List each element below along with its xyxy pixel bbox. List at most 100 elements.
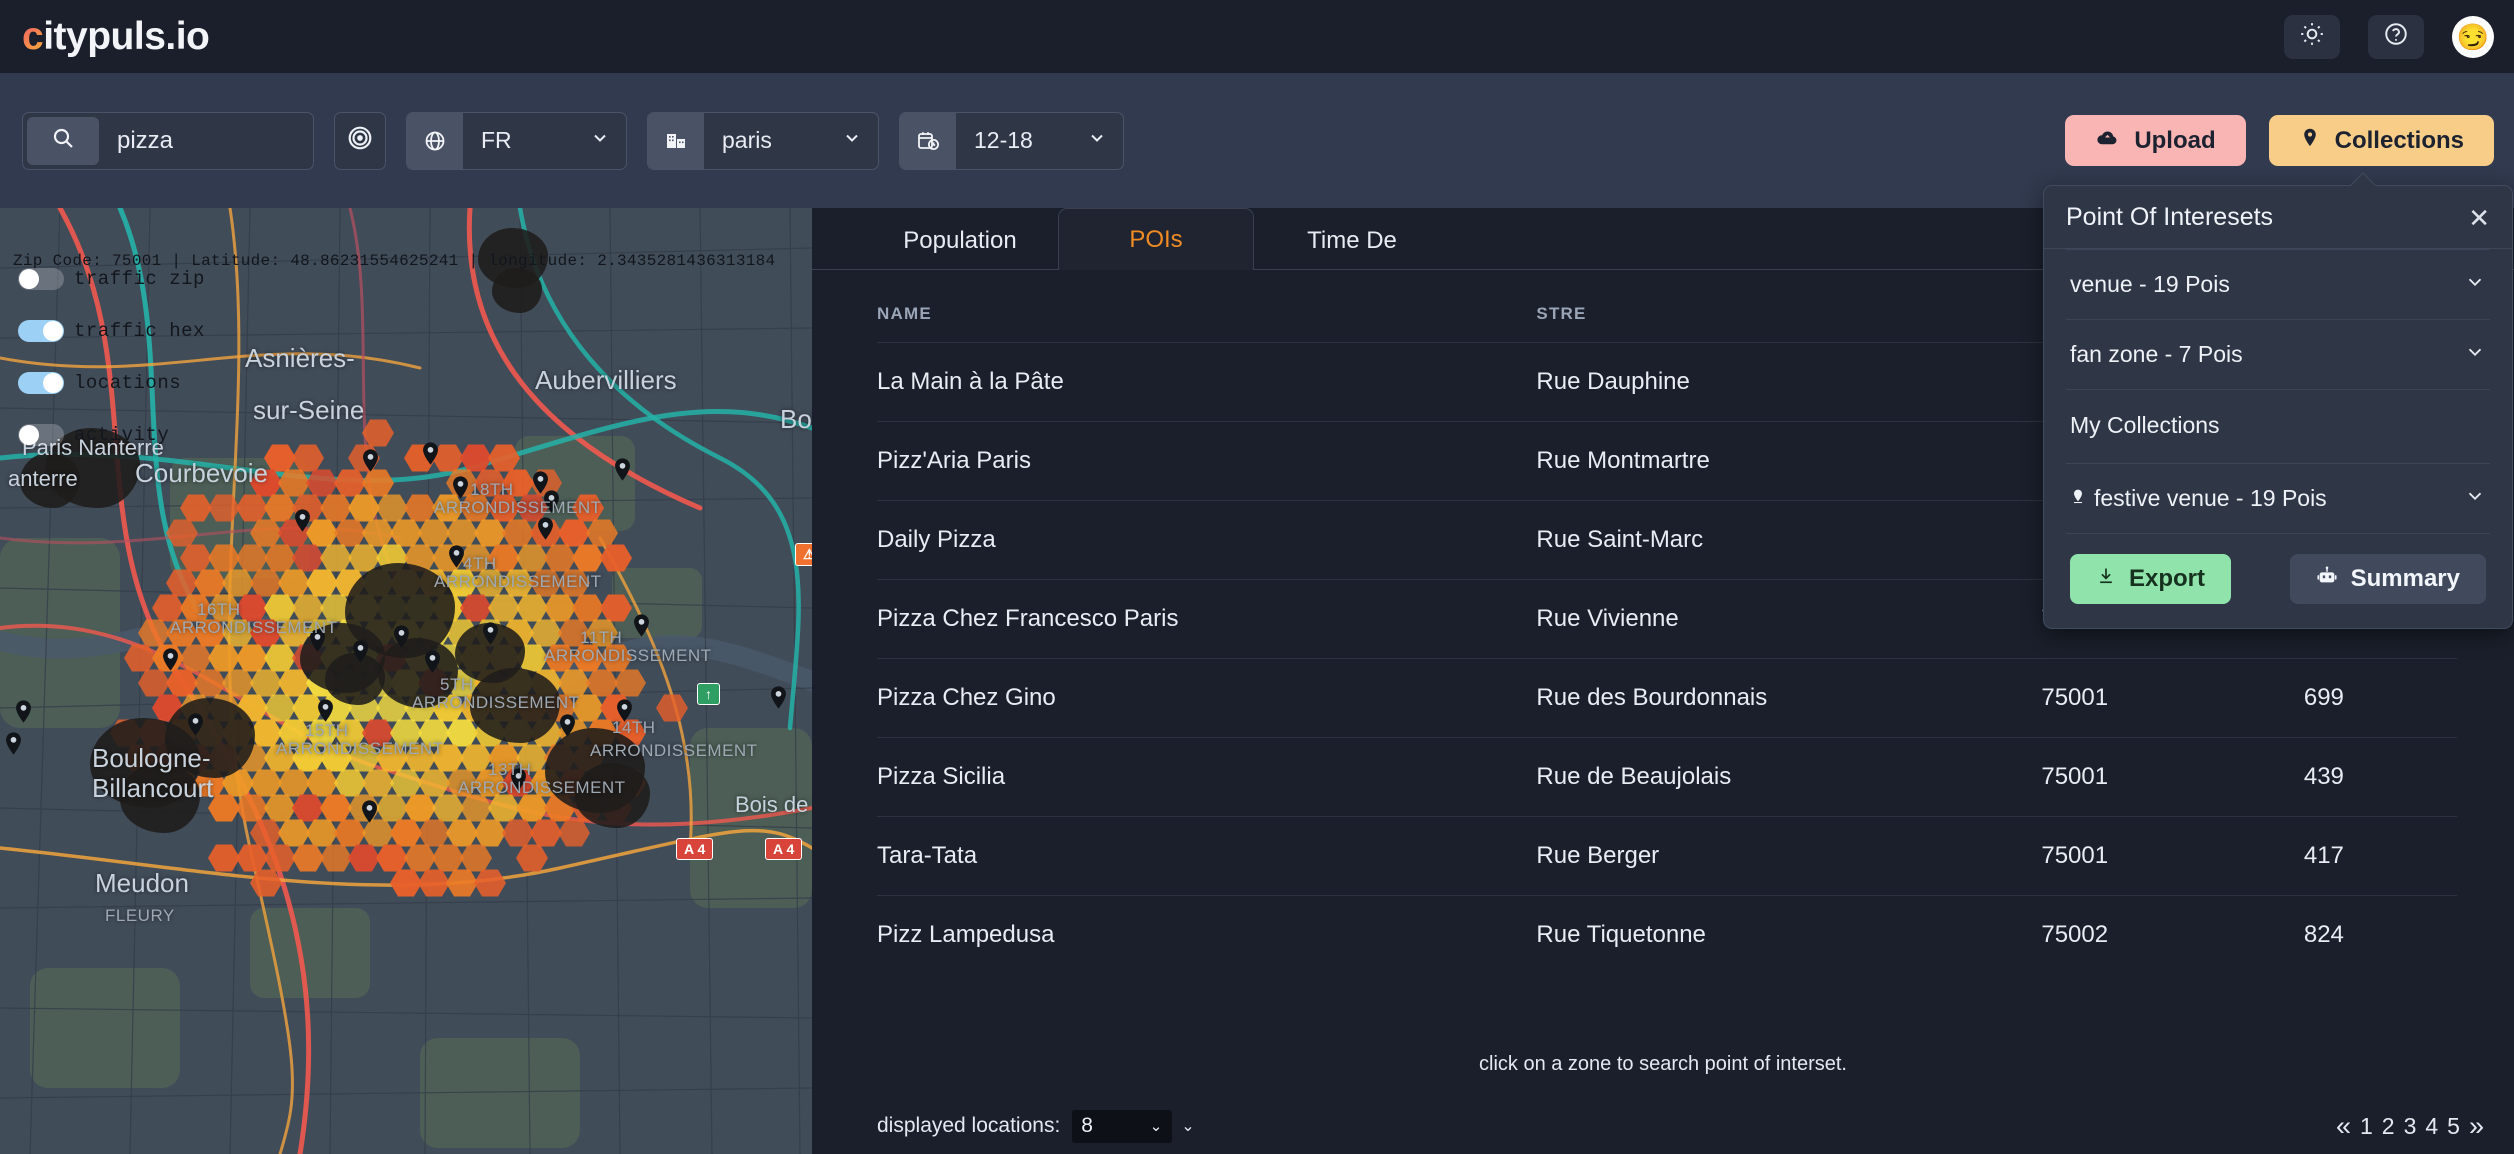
table-row[interactable]: Pizza Chez Gino Rue des Bourdonnais 75001 6…: [877, 658, 2457, 738]
pagination-page-2[interactable]: 2: [2382, 1113, 2395, 1140]
country-select[interactable]: FR: [406, 111, 627, 170]
popover-body: venue - 19 Pois fan zone - 7 Pois My Col…: [2044, 249, 2512, 628]
theme-toggle-button[interactable]: [2284, 14, 2340, 59]
toggle-traffic-zip[interactable]: traffic zip: [18, 268, 205, 290]
chevron-down-icon[interactable]: [2464, 341, 2486, 368]
question-circle-icon: [2383, 21, 2409, 52]
switch-track[interactable]: [18, 424, 64, 446]
chevron-down-icon[interactable]: [2464, 485, 2486, 512]
map-place-label: ARRONDISSEMENT: [458, 778, 626, 797]
pagination-page-3[interactable]: 3: [2404, 1113, 2417, 1140]
help-button[interactable]: [2368, 14, 2424, 59]
tab-pois[interactable]: POIs: [1058, 208, 1254, 270]
map-pin-icon[interactable]: [4, 731, 23, 761]
city-select[interactable]: paris: [647, 111, 879, 170]
map-pin-icon[interactable]: [186, 712, 205, 742]
pagination-first[interactable]: «: [2336, 1111, 2351, 1142]
poi-zip: 75001: [2041, 816, 2304, 896]
map-pin-icon[interactable]: [392, 624, 411, 654]
map-pin-icon[interactable]: [421, 441, 440, 471]
search-input[interactable]: [103, 112, 313, 169]
date-select[interactable]: 12-18: [899, 111, 1124, 170]
poi-name: Daily Pizza: [877, 500, 1537, 580]
map-pin-icon[interactable]: [161, 647, 180, 677]
switch-track[interactable]: [18, 320, 64, 342]
poi-street: Rue Montmartre: [1536, 421, 2042, 501]
column-header-name[interactable]: NAME: [877, 292, 1536, 343]
collection-item-fan-zone[interactable]: fan zone - 7 Pois: [2066, 320, 2490, 390]
map-pin-icon[interactable]: [632, 613, 651, 643]
poi-count: 824: [2303, 895, 2457, 974]
search-button[interactable]: [27, 116, 99, 165]
toggle-label: locations: [74, 372, 182, 394]
toggle-activity[interactable]: activity: [18, 424, 205, 446]
map-pin-icon[interactable]: [536, 516, 555, 546]
poi-zip: 75002: [2041, 895, 2304, 974]
poi-street: Rue Dauphine: [1536, 342, 2042, 422]
map-pin-icon[interactable]: [613, 457, 632, 487]
table-row[interactable]: Tara-Tata Rue Berger 75001 417: [877, 816, 2457, 896]
avatar-glyph: 😏: [2456, 21, 2490, 52]
map-place-label: Asnières-: [245, 343, 355, 373]
upload-button[interactable]: Upload: [2065, 115, 2246, 166]
map-place-label: 16TH: [197, 600, 241, 619]
map-place-label: 13TH: [488, 760, 532, 779]
avatar[interactable]: 😏: [2452, 15, 2494, 58]
map-place-label: ARRONDISSEMENT: [276, 739, 444, 758]
displayed-locations-select[interactable]: 8 ⌄: [1072, 1109, 1173, 1143]
map-place-label: ARRONDISSEMENT: [434, 498, 602, 517]
toggle-locations[interactable]: locations: [18, 372, 205, 394]
target-icon: [347, 125, 373, 156]
toggle-traffic-hex[interactable]: traffic hex: [18, 320, 205, 342]
logo-text: itypuls.io: [43, 14, 210, 58]
table-row[interactable]: Pizz Lampedusa Rue Tiquetonne 75002 824: [877, 895, 2457, 974]
map-place-label: 5TH: [440, 675, 474, 694]
chevron-down-icon[interactable]: ⌄: [1181, 1116, 1194, 1136]
map-pin-icon[interactable]: [293, 508, 312, 538]
pagination-page-5[interactable]: 5: [2447, 1113, 2460, 1140]
map-pin-icon[interactable]: [351, 639, 370, 669]
pagination-page-4[interactable]: 4: [2425, 1113, 2438, 1140]
switch-track[interactable]: [18, 268, 64, 290]
locate-button[interactable]: [334, 111, 386, 170]
collections-button[interactable]: Collections: [2268, 115, 2494, 166]
robot-icon: [2316, 565, 2338, 594]
map-pin-icon: [2299, 125, 2321, 157]
poi-street: Rue Saint-Marc: [1536, 500, 2042, 580]
poi-count: 699: [2303, 658, 2457, 738]
poi-name: Pizza Chez Francesco Paris: [877, 579, 1537, 659]
tab-population[interactable]: Population: [862, 213, 1058, 269]
poi-street: Rue des Bourdonnais: [1536, 658, 2042, 738]
chevron-down-icon[interactable]: [2464, 271, 2486, 298]
summary-button[interactable]: Summary: [2289, 554, 2486, 604]
map-pin-icon[interactable]: [361, 448, 380, 478]
road-shield-warning: ⚠: [795, 543, 812, 566]
pagination-last[interactable]: »: [2469, 1111, 2484, 1142]
map-pin-icon[interactable]: [769, 685, 788, 715]
pagination-page-1[interactable]: 1: [2360, 1113, 2373, 1140]
close-icon[interactable]: ✕: [2468, 205, 2490, 231]
map-place-label: ARRONDISSEMENT: [170, 618, 338, 637]
map-pin-icon[interactable]: [481, 621, 500, 651]
tab-time-detail[interactable]: Time De: [1254, 213, 1450, 269]
chevron-down-icon: ⌄: [1149, 1118, 1163, 1135]
poi-street: Rue Vivienne: [1536, 579, 2042, 659]
collection-item-venue[interactable]: venue - 19 Pois: [2066, 249, 2490, 320]
map-pin-icon[interactable]: [558, 713, 577, 743]
map-place-label: 18TH: [470, 480, 514, 499]
app-logo[interactable]: citypuls.io: [22, 14, 210, 59]
map-view[interactable]: Aubervilliers Asnières-sur-Seine Bobi Courb…: [0, 208, 812, 1154]
map-pin-icon[interactable]: [360, 799, 379, 829]
map-place-label: sur-Seine: [253, 395, 365, 425]
switch-track[interactable]: [18, 372, 64, 394]
table-row[interactable]: Pizza Sicilia Rue de Beaujolais 75001 439: [877, 737, 2457, 817]
collection-item-festive-venue[interactable]: festive venue - 19 Pois: [2066, 464, 2490, 534]
switch-knob: [43, 321, 63, 341]
map-pin-icon[interactable]: [14, 699, 33, 729]
road-shield: A 4: [676, 838, 714, 860]
cloud-upload-icon: [2095, 125, 2120, 157]
column-header-street[interactable]: STRE: [1536, 292, 2041, 343]
export-button[interactable]: Export: [2070, 554, 2232, 604]
collection-item-label: festive venue - 19 Pois: [2070, 485, 2327, 512]
activity-blob: [492, 268, 542, 313]
